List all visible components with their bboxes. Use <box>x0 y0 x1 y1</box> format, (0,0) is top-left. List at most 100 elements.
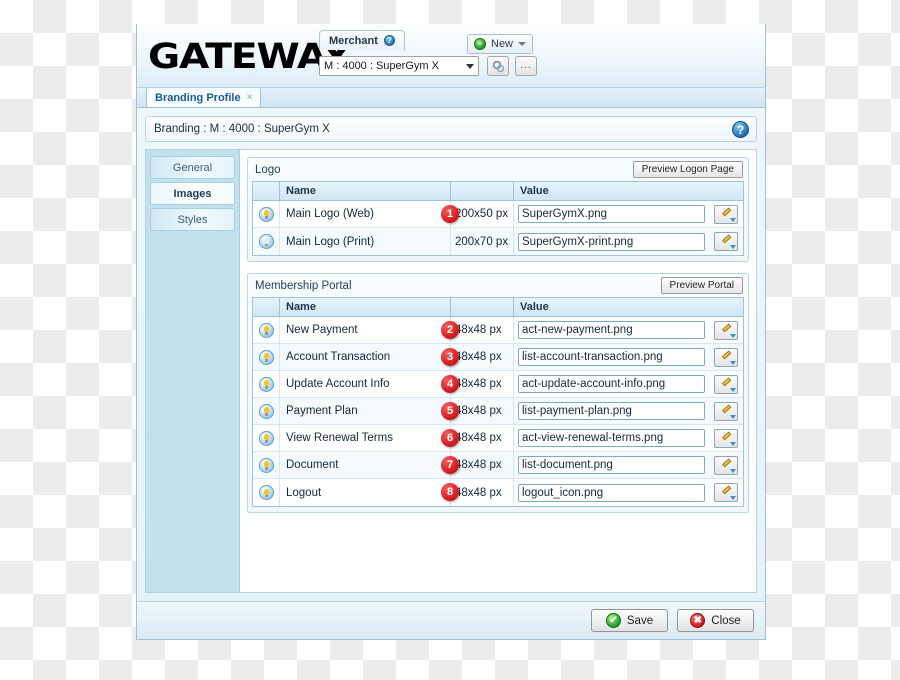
chevron-down-icon[interactable] <box>730 441 736 446</box>
sidebar-item-images[interactable]: Images <box>150 182 235 205</box>
edit-button[interactable] <box>714 455 738 475</box>
row-size: 48x48 px <box>450 425 513 451</box>
dialog-footer: ✔ Save ✖ Close <box>137 601 765 639</box>
row-name: Main Logo (Web) <box>286 208 374 220</box>
new-button[interactable]: + New <box>467 34 534 54</box>
chevron-down-icon[interactable] <box>730 387 736 392</box>
chevron-down-icon[interactable] <box>518 42 527 46</box>
sidebar-item-label: General <box>172 161 213 174</box>
row-size: 48x48 px <box>450 452 513 478</box>
tab-branding-profile[interactable]: Branding Profile × <box>146 87 262 107</box>
table-row[interactable]: View Renewal Terms 48x48 px act-view-ren… <box>253 425 743 452</box>
value-input[interactable]: list-document.png <box>518 456 705 474</box>
col-icon <box>253 298 280 316</box>
merchant-tab-label: Merchant <box>329 34 378 47</box>
step-badge: 2 <box>441 321 459 339</box>
logo-group-header: Logo Preview Logon Page <box>248 158 748 181</box>
edit-button[interactable] <box>714 232 738 251</box>
membership-portal-table: Name Value New Payment 48x48 px act-new-… <box>252 297 744 507</box>
row-name: Main Logo (Print) <box>286 235 375 248</box>
col-value: Value <box>513 298 709 316</box>
edit-button[interactable] <box>714 347 738 367</box>
row-name: Logout <box>286 486 322 499</box>
row-value-cell: act-update-account-info.png <box>513 371 709 397</box>
row-value-cell: list-payment-plan.png <box>513 398 709 424</box>
sidebar: General Images Styles <box>146 150 240 592</box>
lightbulb-icon <box>258 234 274 249</box>
preview-logon-page-button[interactable]: Preview Logon Page <box>632 161 743 178</box>
value-input[interactable]: list-payment-plan.png <box>518 402 705 420</box>
row-name: View Renewal Terms <box>286 432 393 444</box>
search-button[interactable] <box>487 56 509 76</box>
save-button-label: Save <box>626 614 654 627</box>
table-row[interactable]: Main Logo (Print) 200x70 px SuperGymX-pr… <box>253 228 743 255</box>
row-icon-cell <box>253 479 280 506</box>
table-row[interactable]: Update Account Info 48x48 px act-update-… <box>253 371 743 398</box>
value-input[interactable]: logout_icon.png <box>518 483 705 502</box>
chevron-down-icon[interactable] <box>730 217 736 222</box>
table-row[interactable]: Account Transaction 48x48 px list-accoun… <box>253 344 743 371</box>
table-row[interactable]: Main Logo (Web) 200x50 px SuperGymX.png <box>253 201 743 228</box>
save-button[interactable]: ✔ Save <box>591 609 668 632</box>
step-badge: 1 <box>441 205 459 223</box>
edit-button[interactable] <box>714 483 738 502</box>
edit-button[interactable] <box>714 204 738 224</box>
row-icon-cell <box>253 425 280 451</box>
check-circle-icon: ✔ <box>605 613 621 628</box>
value-input[interactable]: act-view-renewal-terms.png <box>518 429 705 447</box>
chevron-down-icon[interactable] <box>730 414 736 419</box>
table-row[interactable]: Payment Plan 48x48 px list-payment-plan.… <box>253 398 743 425</box>
chevron-down-icon[interactable] <box>730 333 736 338</box>
col-edit <box>709 182 743 200</box>
help-circle-icon[interactable]: ? <box>383 35 395 46</box>
sidebar-item-label: Images <box>173 187 212 200</box>
chevron-down-icon[interactable] <box>730 496 736 500</box>
value-input[interactable]: list-account-transaction.png <box>518 348 705 366</box>
plus-circle-icon: + <box>474 38 486 50</box>
lightbulb-icon <box>258 430 274 446</box>
table-row[interactable]: New Payment 48x48 px act-new-payment.png <box>253 317 743 344</box>
search-gears-icon <box>492 60 504 72</box>
content-row: General Images Styles Logo Preview Logon… <box>145 149 757 593</box>
lightbulb-icon <box>258 457 274 473</box>
col-name: Name <box>286 301 316 313</box>
value-input[interactable]: SuperGymX.png <box>518 205 705 223</box>
close-button-label: Close <box>711 614 741 627</box>
close-button[interactable]: ✖ Close <box>677 609 754 632</box>
merchant-tab[interactable]: Merchant ? <box>319 30 405 50</box>
preview-portal-button[interactable]: Preview Portal <box>660 277 743 294</box>
table-row[interactable]: Logout 48x48 px logout_icon.png 8 <box>253 479 743 506</box>
value-input[interactable]: act-update-account-info.png <box>518 375 705 393</box>
chevron-down-icon[interactable] <box>730 468 736 473</box>
value-input[interactable]: act-new-payment.png <box>518 321 705 339</box>
membership-portal-header: Membership Portal Preview Portal <box>248 274 748 297</box>
chevron-down-icon[interactable] <box>730 245 736 249</box>
sidebar-item-general[interactable]: General <box>150 156 235 179</box>
row-value-cell: SuperGymX.png <box>513 201 709 227</box>
row-name: Payment Plan <box>286 405 358 417</box>
merchant-select[interactable]: M : 4000 : SuperGym X <box>319 56 479 76</box>
row-size: 200x70 px <box>450 228 513 255</box>
sidebar-item-styles[interactable]: Styles <box>150 208 235 231</box>
logo-group-title: Logo <box>255 163 281 176</box>
more-options-button[interactable]: ... <box>515 56 537 76</box>
logo-table: Name Value Main Logo (Web) 200x50 px Sup… <box>252 181 744 256</box>
close-icon[interactable]: × <box>247 92 253 103</box>
step-badge: 8 <box>441 483 459 501</box>
col-size <box>450 182 513 200</box>
edit-button[interactable] <box>714 320 738 340</box>
x-circle-icon: ✖ <box>690 613 706 628</box>
value-input[interactable]: SuperGymX-print.png <box>518 232 705 251</box>
chevron-down-icon[interactable] <box>730 360 736 365</box>
step-badge: 3 <box>441 348 459 366</box>
edit-button[interactable] <box>714 374 738 394</box>
row-edit-cell <box>709 425 743 451</box>
table-row[interactable]: Document 48x48 px list-document.png 7 <box>253 452 743 479</box>
help-circle-icon[interactable]: ? <box>732 121 749 138</box>
edit-button[interactable] <box>714 401 738 421</box>
row-value-cell: list-document.png <box>513 452 709 478</box>
row-value-cell: act-new-payment.png <box>513 317 709 343</box>
row-size: 48x48 px <box>450 344 513 370</box>
row-icon-cell <box>253 398 280 424</box>
edit-button[interactable] <box>714 428 738 448</box>
